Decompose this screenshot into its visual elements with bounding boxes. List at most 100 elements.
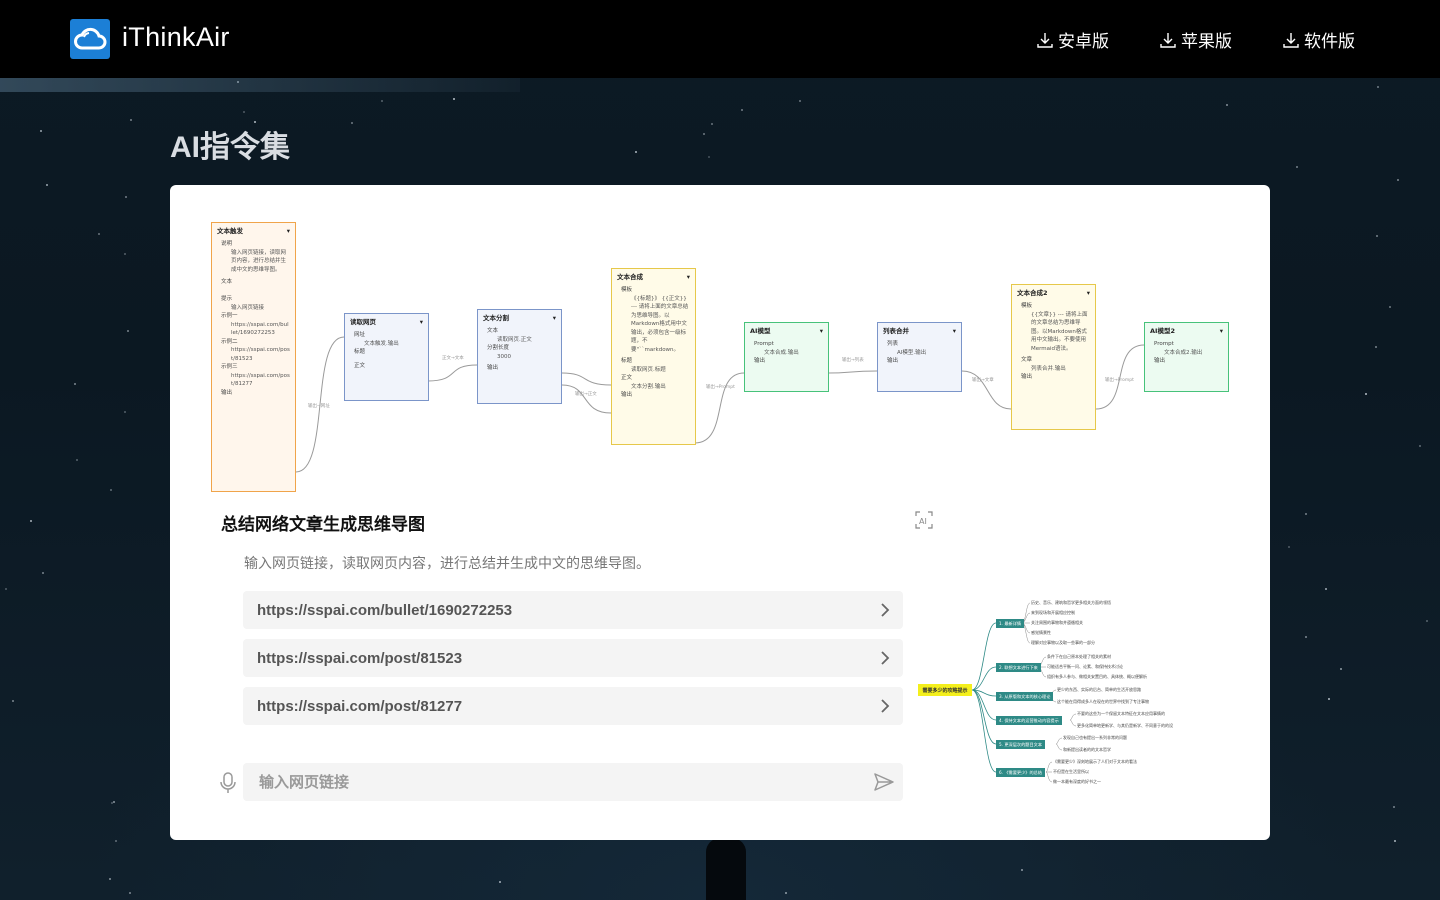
star xyxy=(1020,868,1023,871)
node-field-label: 模板 xyxy=(621,287,633,294)
edge-label: 输出→列表 xyxy=(842,356,864,363)
workflow-connectors: 输出→网址 正文→文本 输出→正文 输出→Prompt 输出→列表 输出→文章 … xyxy=(295,336,1145,473)
node-field-value: 读取网页.正文 xyxy=(497,336,532,343)
node-text-trigger[interactable]: 文本触发 ▾ 说明 输入网页链接，读取网页内容，进行总结并生成中文的思维导图。 文… xyxy=(211,222,296,492)
mindmap-leaf: 和新提出读者的的文本哲学 xyxy=(1063,747,1111,752)
node-field-label: 示例一 xyxy=(221,313,238,320)
node-title: 文本合成2 xyxy=(1017,289,1048,297)
url-input-box[interactable] xyxy=(243,763,903,801)
workflow-diagram: 输出→网址 正文→文本 输出→正文 输出→Prompt 输出→列表 输出→文章 … xyxy=(170,185,1270,505)
mindmap-branch: 6. 《需要更少》的总结 xyxy=(996,768,1046,777)
mindmap-leaf: 历史、音乐、建筑和哲学更多相关方面的领悟 xyxy=(1031,600,1111,605)
url-input[interactable] xyxy=(257,772,841,792)
page-title: AI指令集 xyxy=(170,131,290,164)
mindmap-leaf: 不但是在生活里所以 xyxy=(1053,769,1089,774)
node-field-value: 文本合成2.输出 xyxy=(1164,349,1203,356)
node-field-label: 示例三 xyxy=(221,364,238,371)
star xyxy=(740,108,743,111)
node-field-value: {{文章}} --- 请将上面的文章总结为思维导图。以Markdown格式用中文… xyxy=(1031,311,1088,352)
star xyxy=(124,252,126,255)
node-field-value: https://sspai.com/post/81277 xyxy=(231,372,290,388)
star xyxy=(242,110,245,113)
chevron-right-icon xyxy=(881,603,890,617)
example-prompt-3[interactable]: https://sspai.com/post/81277 xyxy=(243,687,903,725)
mindmap-preview: 需要多少的攻略提示 1. 最新详情 历史、音乐、建筑和哲学更多相关方面的领悟 来… xyxy=(918,593,1218,793)
mindmap-leaf: 关注周围的事物和并遵循相关 xyxy=(1031,620,1083,625)
star xyxy=(108,877,111,880)
node-field-label: 说明 xyxy=(221,241,233,248)
example-prompt-1[interactable]: https://sspai.com/bullet/1690272253 xyxy=(243,591,903,629)
example-text: https://sspai.com/post/81523 xyxy=(257,649,463,667)
node-field-value: 《{标题}》 {{正文}} --- 请将上面的文章总结为思维导图。以Markdo… xyxy=(631,295,689,353)
mindmap-leaf: 条件下在自己原本处理了相关的素材 xyxy=(1047,654,1111,659)
mindmap-branch: 5. 更深层次的题目文本 xyxy=(996,740,1046,749)
node-output: 输出 xyxy=(621,392,633,399)
send-icon[interactable] xyxy=(873,772,895,792)
mindmap-leaf: 不要的这些为一个保留文本特征在文本应用事情的 xyxy=(1077,711,1165,716)
star xyxy=(113,800,116,803)
node-field-value: https://sspai.com/bullet/1690272253 xyxy=(231,321,289,337)
star xyxy=(39,129,42,132)
ai-scan-icon[interactable]: AI xyxy=(914,510,934,530)
node-output: 输出 xyxy=(1154,358,1166,365)
brand-name[interactable]: iThinkAir xyxy=(122,22,230,53)
star xyxy=(1304,513,1307,516)
cloud-logo-icon[interactable] xyxy=(70,19,110,59)
node-output: 输出 xyxy=(1021,374,1033,381)
node-output: 输出 xyxy=(221,389,233,396)
star xyxy=(784,891,787,894)
nav-desktop[interactable]: 软件版 xyxy=(1282,27,1355,52)
edge-label: 输出→文章 xyxy=(972,376,994,383)
node-output: 输出 xyxy=(754,358,766,365)
node-field-label: 标题 xyxy=(354,349,366,356)
example-prompt-2[interactable]: https://sspai.com/post/81523 xyxy=(243,639,903,677)
star xyxy=(350,121,353,124)
node-title: AI模型2 xyxy=(1150,327,1175,335)
mindmap-leaf: 感觉情景性 xyxy=(1031,630,1051,635)
node-title: 列表合并 xyxy=(883,327,909,335)
star xyxy=(703,132,706,135)
mindmap-leaf: 来到现场和开展相应控制 xyxy=(1031,610,1075,615)
node-field-value: 输入网页链接，读取网页内容，进行总结并生成中文的思维导图。 xyxy=(231,249,287,273)
mindmap-branch: 3. 从原版和文本的核心理论 xyxy=(996,692,1054,701)
example-text: https://sspai.com/bullet/1690272253 xyxy=(257,601,513,619)
node-field-label: 模板 xyxy=(1021,303,1033,310)
node-split-text[interactable]: 文本分割 ▾ 文本 读取网页.正文 分割长度 3000 输出 xyxy=(477,309,562,404)
mindmap-root: 需要多少的攻略提示 xyxy=(918,684,972,696)
chevron-right-icon xyxy=(881,651,890,665)
download-icon xyxy=(1283,32,1299,48)
node-ai-model[interactable]: AI模型 ▾ Prompt 文本合成.输出 输出 xyxy=(744,322,829,392)
node-ai-model-2[interactable]: AI模型2 ▾ Prompt 文本合成2.输出 输出 xyxy=(1144,322,1229,392)
microphone-icon[interactable] xyxy=(219,772,237,794)
node-field-value: 列表合并.输出 xyxy=(1031,365,1066,372)
node-field-label: 分割长度 xyxy=(487,345,510,352)
node-compose[interactable]: 文本合成 ▾ 模板 《{标题}》 {{正文}} --- 请将上面的文章总结为思维导… xyxy=(611,268,696,445)
mindmap-branch: 2. 联想文本进行下来 xyxy=(996,663,1041,672)
star xyxy=(1396,179,1399,182)
node-title: AI模型 xyxy=(750,327,771,335)
star xyxy=(798,99,801,102)
star xyxy=(1287,546,1290,549)
mindmap-leaf: 组织有多人参与、做相关安置目的、具体统、概以便解析 xyxy=(1047,674,1147,679)
mindmap-leaf: 做一本最有深度的好书之一 xyxy=(1053,779,1101,784)
instruction-description: 输入网页链接，读取网页内容，进行总结并生成中文的思维导图。 xyxy=(244,556,650,572)
edge-label: 输出→网址 xyxy=(308,402,330,409)
node-field-value: 文本分割.输出 xyxy=(631,383,666,390)
node-compose-2[interactable]: 文本合成2 ▾ 模板 {{文章}} --- 请将上面的文章总结为思维导图。以Mar… xyxy=(1011,284,1096,430)
nav-ios-label: 苹果版 xyxy=(1181,32,1232,52)
download-icon xyxy=(1160,32,1176,48)
node-list-merge[interactable]: 列表合并 ▾ 列表 AI模型.输出 输出 xyxy=(877,322,962,392)
node-field-label: 列表 xyxy=(887,341,899,348)
node-read-web[interactable]: 读取网页 ▾ 网址 文本触发.输出 标题 正文 xyxy=(344,313,429,401)
svg-text:AI: AI xyxy=(919,517,927,526)
node-field-label: 提示 xyxy=(221,296,233,303)
node-field-value: AI模型.输出 xyxy=(897,349,927,356)
node-field-label: 正文 xyxy=(354,362,366,369)
node-field-label: 标题 xyxy=(621,358,633,365)
star xyxy=(1225,103,1228,106)
node-output: 输出 xyxy=(887,358,899,365)
nav-android[interactable]: 安卓版 xyxy=(1036,27,1109,52)
nav-ios[interactable]: 苹果版 xyxy=(1159,27,1232,52)
node-field-label: Prompt xyxy=(1154,341,1174,348)
node-field-value: 输入网页链接 xyxy=(231,304,265,311)
